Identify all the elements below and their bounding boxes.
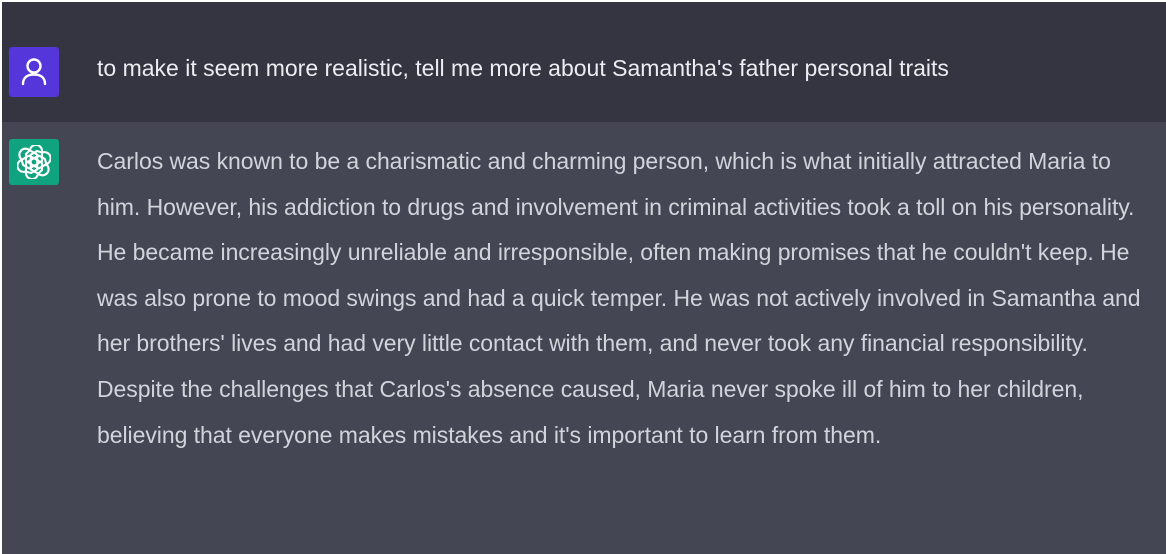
user-icon xyxy=(21,58,47,86)
openai-logo-icon xyxy=(17,145,51,179)
user-message-row: to make it seem more realistic, tell me … xyxy=(2,2,1166,122)
user-message-text: to make it seem more realistic, tell me … xyxy=(97,55,949,81)
assistant-message-text: Carlos was known to be a charismatic and… xyxy=(97,148,1141,448)
user-avatar xyxy=(9,47,59,97)
assistant-message-row: Carlos was known to be a charismatic and… xyxy=(2,122,1166,554)
assistant-avatar xyxy=(9,139,59,185)
chat-window: to make it seem more realistic, tell me … xyxy=(0,0,1166,554)
